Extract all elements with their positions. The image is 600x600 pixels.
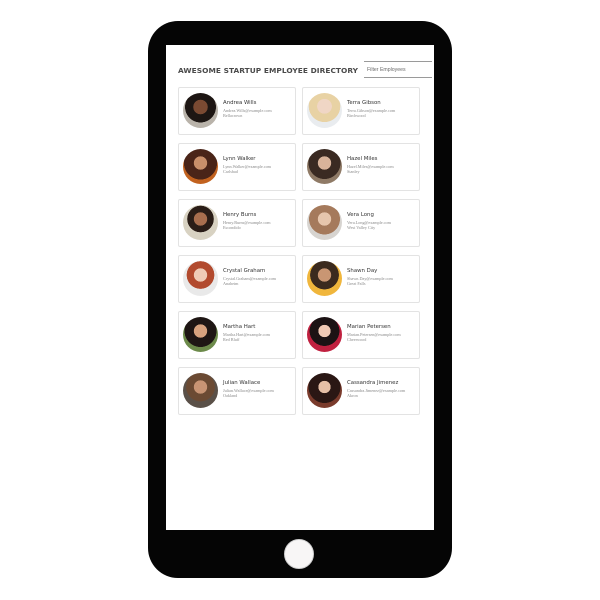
employee-card[interactable]: Martha Hart Martha.Hart@example.com Red … [178, 311, 296, 359]
avatar [307, 373, 342, 408]
employee-city: Oakland [223, 393, 238, 399]
employee-name: Julian Wallace [223, 380, 261, 386]
home-button[interactable] [284, 539, 314, 569]
avatar [307, 93, 342, 128]
employee-city: Escondido [223, 225, 241, 231]
avatar [183, 261, 218, 296]
employee-info: Lynn Walker Lynn.Walker@example.com Carl… [223, 156, 295, 175]
employee-card[interactable]: Julian Wallace Julian.Wallace@example.co… [178, 367, 296, 415]
employee-name: Andrea Wills [223, 100, 257, 106]
employee-city: Anaheim [223, 281, 239, 287]
employee-city: Bellacrown [223, 113, 243, 119]
employee-info: Julian Wallace Julian.Wallace@example.co… [223, 380, 295, 399]
employee-info: Shawn Day Shawn.Day@example.com Great Fa… [347, 268, 419, 287]
employee-name: Marian Petersen [347, 324, 391, 330]
employee-city: Birchwood [347, 113, 366, 119]
avatar [183, 93, 218, 128]
employee-card[interactable]: Marian Petersen Marian.Petersen@example.… [302, 311, 420, 359]
employee-name: Crystal Graham [223, 268, 266, 274]
directory-header: AWESOME STARTUP EMPLOYEE DIRECTORY [178, 61, 432, 81]
employee-info: Terra Gibson Terra.Gibson@example.com Bi… [347, 100, 419, 119]
employee-card[interactable]: Andrea Wills Andrea.Wills@example.com Be… [178, 87, 296, 135]
employee-city: Akron [347, 393, 358, 399]
employee-card[interactable]: Terra Gibson Terra.Gibson@example.com Bi… [302, 87, 420, 135]
employee-info: Hazel Miles Hazel.Miles@example.com Stan… [347, 156, 419, 175]
employee-card[interactable]: Hazel Miles Hazel.Miles@example.com Stan… [302, 143, 420, 191]
employee-name: Lynn Walker [223, 156, 256, 162]
employee-info: Vera Long Vera.Long@example.com West Val… [347, 212, 419, 231]
employee-card[interactable]: Henry Burns Henry.Burns@example.com Esco… [178, 199, 296, 247]
avatar [307, 317, 342, 352]
employee-city: Carlsbad [223, 169, 238, 175]
employee-name: Martha Hart [223, 324, 256, 330]
avatar [183, 317, 218, 352]
avatar [307, 205, 342, 240]
avatar [183, 373, 218, 408]
employee-card[interactable]: Crystal Graham Crystal.Graham@example.co… [178, 255, 296, 303]
employee-name: Vera Long [347, 212, 374, 218]
employee-info: Andrea Wills Andrea.Wills@example.com Be… [223, 100, 295, 119]
filter-employees-input[interactable] [364, 61, 432, 78]
employee-grid: Andrea Wills Andrea.Wills@example.com Be… [178, 87, 422, 415]
page-title: AWESOME STARTUP EMPLOYEE DIRECTORY [178, 66, 359, 75]
avatar [307, 261, 342, 296]
employee-card[interactable]: Vera Long Vera.Long@example.com West Val… [302, 199, 420, 247]
employee-city: West Valley City [347, 225, 376, 231]
employee-city: Great Falls [347, 281, 366, 287]
employee-info: Crystal Graham Crystal.Graham@example.co… [223, 268, 295, 287]
employee-info: Martha Hart Martha.Hart@example.com Red … [223, 324, 295, 343]
phone-device: AWESOME STARTUP EMPLOYEE DIRECTORY Andre… [148, 21, 452, 578]
employee-city: Cheerwood [347, 337, 367, 343]
employee-name: Cassandra Jimenez [347, 380, 399, 386]
employee-name: Hazel Miles [347, 156, 378, 162]
avatar [183, 149, 218, 184]
avatar [307, 149, 342, 184]
avatar [183, 205, 218, 240]
employee-city: Stanley [347, 169, 360, 175]
employee-card[interactable]: Shawn Day Shawn.Day@example.com Great Fa… [302, 255, 420, 303]
employee-name: Henry Burns [223, 212, 257, 218]
employee-card[interactable]: Lynn Walker Lynn.Walker@example.com Carl… [178, 143, 296, 191]
employee-name: Terra Gibson [347, 100, 381, 106]
phone-screen: AWESOME STARTUP EMPLOYEE DIRECTORY Andre… [166, 45, 434, 530]
employee-info: Henry Burns Henry.Burns@example.com Esco… [223, 212, 295, 231]
employee-card[interactable]: Cassandra Jimenez Cassandra.Jimenez@exam… [302, 367, 420, 415]
employee-city: Red Bluff [223, 337, 240, 343]
employee-info: Marian Petersen Marian.Petersen@example.… [347, 324, 419, 343]
employee-name: Shawn Day [347, 268, 378, 274]
employee-info: Cassandra Jimenez Cassandra.Jimenez@exam… [347, 380, 419, 399]
